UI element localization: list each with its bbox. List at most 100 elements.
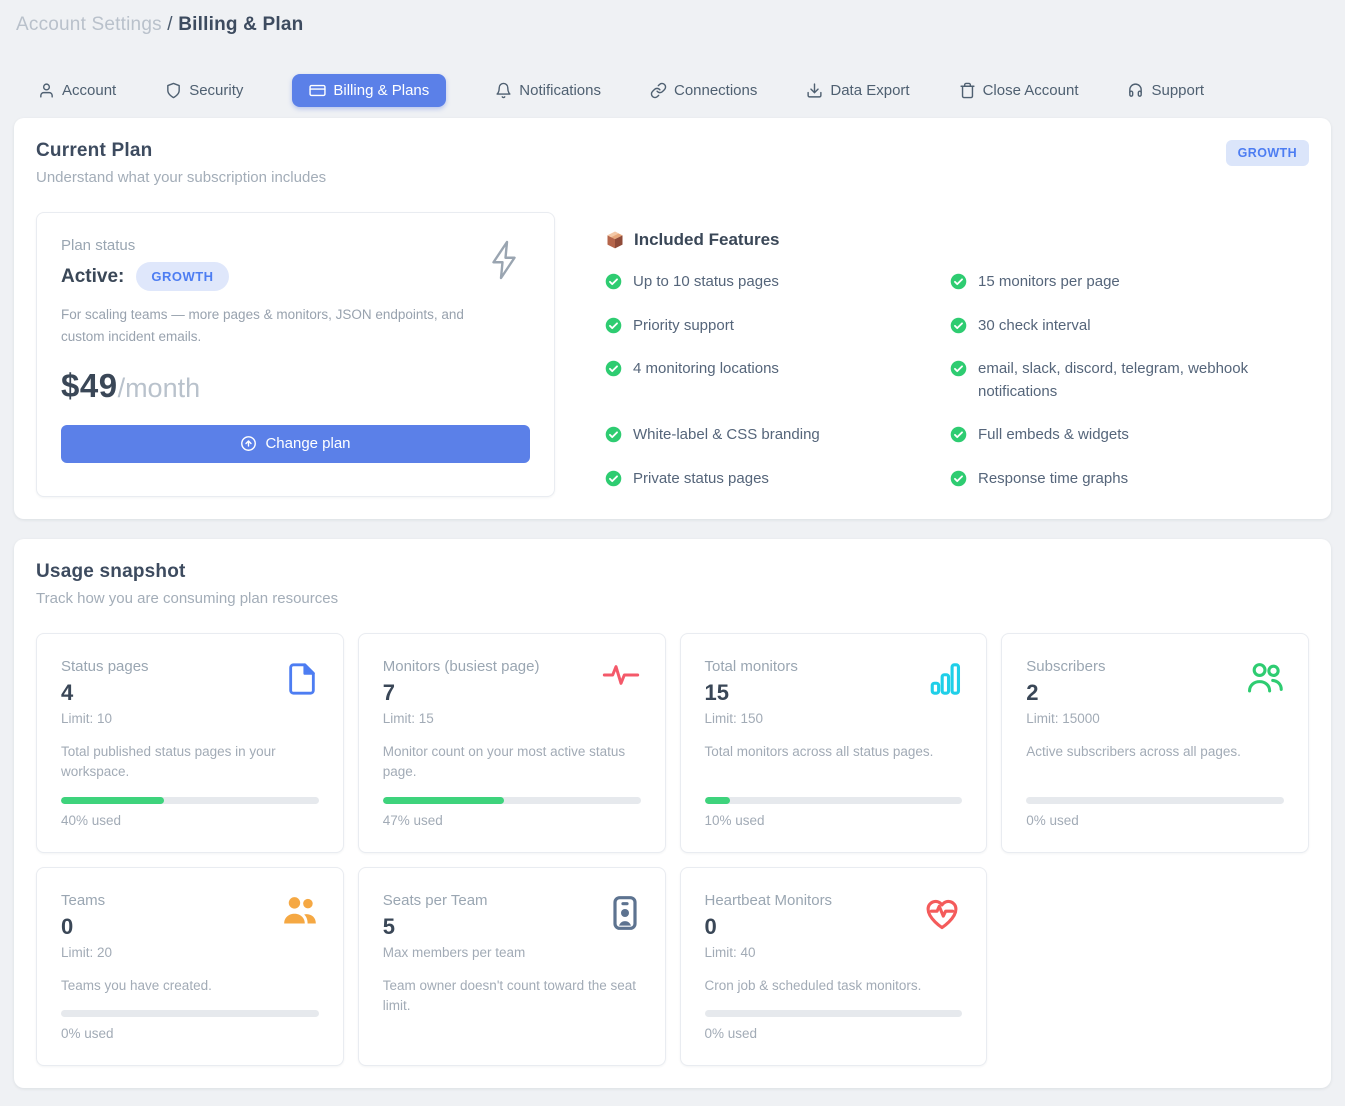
- check-circle-icon: [950, 317, 967, 334]
- usage-card-seats-per-team: Seats per Team 5 Max members per team Te…: [358, 867, 666, 1066]
- check-circle-icon: [950, 426, 967, 443]
- settings-tabs: Account Security Billing & Plans Notific…: [14, 72, 1331, 108]
- change-plan-button[interactable]: Change plan: [61, 425, 530, 463]
- pulse-icon: [601, 660, 641, 695]
- tab-label: Support: [1151, 82, 1204, 99]
- person-icon: [38, 82, 55, 99]
- usage-card-limit: Limit: 40: [705, 945, 963, 960]
- feature-item: White-label & CSS branding: [605, 424, 950, 447]
- empty-cell: [1001, 867, 1309, 1066]
- usage-title: Usage snapshot: [36, 561, 338, 583]
- usage-card-monitors-busiest: Monitors (busiest page) 7 Limit: 15 Moni…: [358, 633, 666, 853]
- tab-label: Close Account: [983, 82, 1079, 99]
- features-title: Included Features: [634, 230, 779, 250]
- people-filled-icon: [281, 894, 319, 931]
- tab-close-account[interactable]: Close Account: [959, 82, 1079, 99]
- usage-card-limit: Limit: 15000: [1026, 711, 1284, 726]
- breadcrumb-parent[interactable]: Account Settings: [16, 14, 162, 35]
- breadcrumb: Account Settings / Billing & Plan: [14, 10, 1331, 36]
- plan-status-value: Active:: [61, 266, 124, 288]
- usage-subtitle: Track how you are consuming plan resourc…: [36, 590, 338, 607]
- current-plan-section: Current Plan Understand what your subscr…: [14, 118, 1331, 519]
- tab-label: Billing & Plans: [333, 82, 429, 99]
- tab-account[interactable]: Account: [38, 82, 116, 99]
- usage-card-title: Status pages: [61, 658, 319, 675]
- feature-label: 4 monitoring locations: [633, 358, 779, 381]
- usage-card-percent: 0% used: [705, 1026, 963, 1041]
- feature-item: Private status pages: [605, 468, 950, 491]
- usage-card-limit: Limit: 15: [383, 711, 641, 726]
- progress-fill: [383, 797, 504, 804]
- feature-item: email, slack, discord, telegram, webhook…: [950, 358, 1309, 403]
- check-circle-icon: [950, 470, 967, 487]
- feature-item: 4 monitoring locations: [605, 358, 950, 403]
- trash-icon: [959, 82, 976, 99]
- check-circle-icon: [950, 273, 967, 290]
- tab-connections[interactable]: Connections: [650, 82, 757, 99]
- usage-card-value: 5: [383, 914, 641, 940]
- progress-track: [61, 797, 319, 804]
- plan-tier-badge: GROWTH: [1226, 140, 1309, 166]
- usage-card-description: Total published status pages in your wor…: [61, 742, 319, 783]
- usage-card-limit: Limit: 10: [61, 711, 319, 726]
- usage-card-percent: 40% used: [61, 813, 319, 828]
- usage-grid-row2: Teams 0 Limit: 20 Teams you have created…: [36, 867, 1309, 1066]
- usage-card-percent: 47% used: [383, 813, 641, 828]
- usage-card-percent: 0% used: [1026, 813, 1284, 828]
- usage-card-title: Seats per Team: [383, 892, 641, 909]
- tab-label: Account: [62, 82, 116, 99]
- progress-track: [705, 797, 963, 804]
- tab-label: Notifications: [519, 82, 601, 99]
- usage-card-total-monitors: Total monitors 15 Limit: 150 Total monit…: [680, 633, 988, 853]
- tab-notifications[interactable]: Notifications: [495, 82, 601, 99]
- tab-billing-plans[interactable]: Billing & Plans: [292, 74, 446, 107]
- credit-card-icon: [309, 82, 326, 99]
- feature-item: Up to 10 status pages: [605, 271, 950, 294]
- usage-card-limit: Max members per team: [383, 945, 641, 960]
- tab-label: Security: [189, 82, 243, 99]
- heartbeat-icon: [922, 894, 962, 935]
- plan-price: $49/month: [61, 367, 530, 405]
- check-circle-icon: [605, 273, 622, 290]
- usage-card-status-pages: Status pages 4 Limit: 10 Total published…: [36, 633, 344, 853]
- feature-label: Up to 10 status pages: [633, 271, 779, 294]
- progress-track: [705, 1010, 963, 1017]
- included-features: Included Features Up to 10 status pages …: [605, 212, 1309, 497]
- feature-item: Response time graphs: [950, 468, 1309, 491]
- usage-snapshot-section: Usage snapshot Track how you are consumi…: [14, 539, 1331, 1088]
- current-plan-title: Current Plan: [36, 140, 326, 162]
- plan-price-period: /month: [118, 373, 201, 404]
- features-grid: Up to 10 status pages 15 monitors per pa…: [605, 271, 1309, 490]
- download-icon: [806, 82, 823, 99]
- headset-icon: [1127, 82, 1144, 99]
- usage-card-teams: Teams 0 Limit: 20 Teams you have created…: [36, 867, 344, 1066]
- usage-card-limit: Limit: 150: [705, 711, 963, 726]
- check-circle-icon: [605, 360, 622, 377]
- feature-item: 30 check interval: [950, 315, 1309, 338]
- usage-card-subscribers: Subscribers 2 Limit: 15000 Active subscr…: [1001, 633, 1309, 853]
- progress-fill: [705, 797, 731, 804]
- progress-track: [61, 1010, 319, 1017]
- file-icon: [285, 660, 319, 703]
- change-plan-label: Change plan: [265, 435, 350, 452]
- usage-card-percent: 10% used: [705, 813, 963, 828]
- bar-chart-icon: [928, 660, 962, 703]
- usage-card-value: 15: [705, 680, 963, 706]
- plan-description: For scaling teams — more pages & monitor…: [61, 304, 471, 349]
- check-circle-icon: [605, 426, 622, 443]
- tab-data-export[interactable]: Data Export: [806, 82, 909, 99]
- usage-card-description: Cron job & scheduled task monitors.: [705, 976, 963, 996]
- feature-label: 15 monitors per page: [978, 271, 1120, 294]
- id-badge-icon: [609, 894, 641, 937]
- feature-label: Full embeds & widgets: [978, 424, 1129, 447]
- plan-status-label: Plan status: [61, 237, 530, 254]
- tab-security[interactable]: Security: [165, 82, 243, 99]
- feature-label: Priority support: [633, 315, 734, 338]
- tab-support[interactable]: Support: [1127, 82, 1204, 99]
- usage-card-title: Total monitors: [705, 658, 963, 675]
- bolt-icon: [486, 239, 522, 286]
- usage-card-description: Total monitors across all status pages.: [705, 742, 963, 783]
- plan-status-badge: GROWTH: [136, 262, 228, 291]
- feature-item: 15 monitors per page: [950, 271, 1309, 294]
- check-circle-icon: [605, 470, 622, 487]
